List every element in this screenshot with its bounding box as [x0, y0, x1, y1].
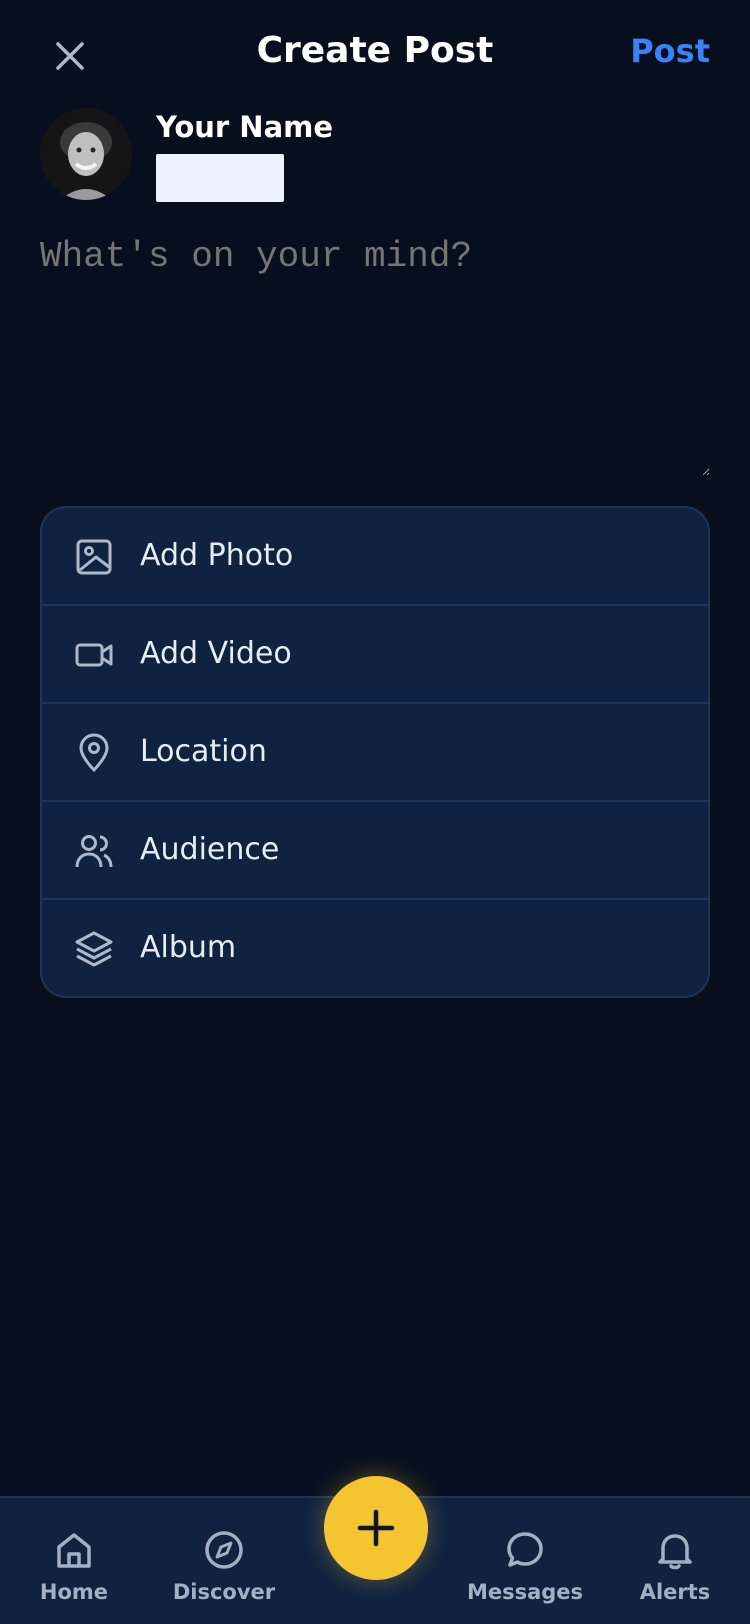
album-option[interactable]: Album — [42, 900, 708, 996]
option-label: Album — [140, 930, 237, 965]
audience-option[interactable]: Audience — [42, 802, 708, 900]
add-photo-option[interactable]: Add Photo — [42, 508, 708, 606]
nav-label: Messages — [466, 1580, 584, 1604]
video-icon — [75, 643, 113, 667]
layers-icon — [75, 931, 113, 967]
nav-alerts[interactable]: Alerts — [610, 1498, 740, 1624]
create-post-screen: Create Post Post Your Name Add Photo — [0, 0, 750, 1624]
plus-icon — [357, 1509, 395, 1547]
nav-messages[interactable]: Messages — [460, 1498, 590, 1624]
bell-icon — [658, 1534, 692, 1570]
post-composer-input[interactable] — [40, 236, 710, 476]
users-icon — [75, 835, 113, 868]
option-label: Audience — [140, 832, 280, 867]
nav-home[interactable]: Home — [9, 1498, 139, 1624]
add-video-option[interactable]: Add Video — [42, 606, 708, 704]
location-option[interactable]: Location — [42, 704, 708, 802]
home-icon — [57, 1533, 91, 1568]
option-label: Add Video — [140, 636, 292, 671]
option-label: Location — [140, 734, 267, 769]
chat-bubble-icon — [507, 1532, 543, 1567]
avatar — [40, 108, 132, 200]
user-name: Your Name — [156, 110, 334, 144]
nav-label: Alerts — [639, 1580, 711, 1604]
create-post-fab[interactable] — [324, 1476, 428, 1580]
post-button[interactable]: Post — [630, 32, 710, 70]
post-options-list: Add Photo Add Video Location Audience Al… — [40, 506, 710, 998]
header: Create Post Post — [0, 0, 750, 110]
nav-label: Discover — [172, 1580, 276, 1604]
nav-label: Home — [39, 1580, 109, 1604]
option-label: Add Photo — [140, 538, 294, 573]
nav-discover[interactable]: Discover — [159, 1498, 289, 1624]
location-pin-icon — [79, 733, 109, 773]
audience-selector[interactable] — [156, 154, 284, 202]
compass-icon — [205, 1531, 243, 1569]
image-icon — [76, 539, 112, 575]
